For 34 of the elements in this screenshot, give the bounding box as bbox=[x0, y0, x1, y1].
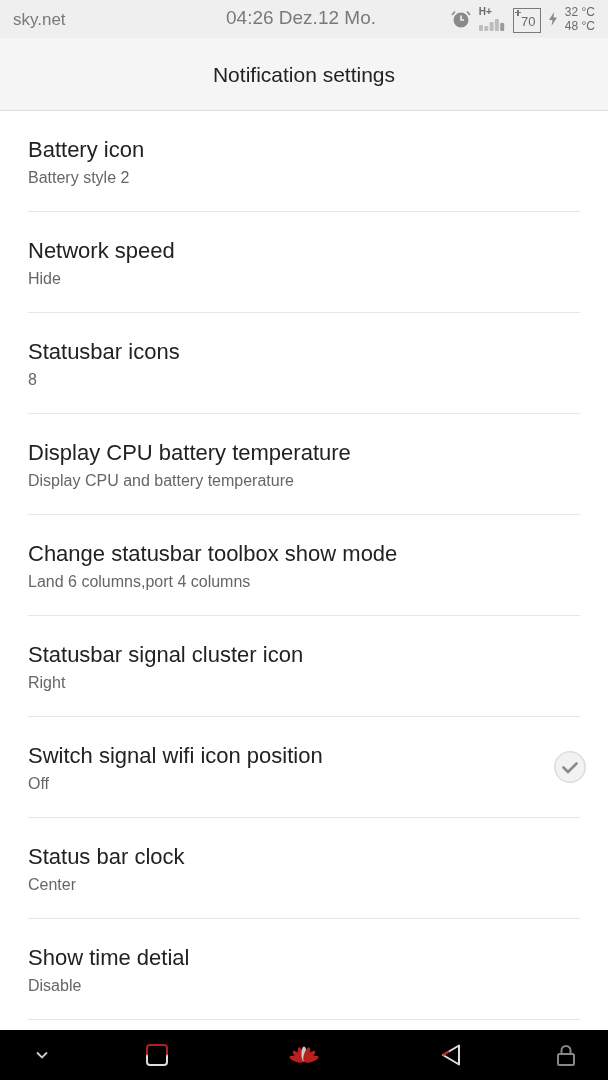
charging-bolt-icon bbox=[548, 12, 557, 26]
chevron-down-icon[interactable] bbox=[36, 1051, 48, 1059]
alarm-clock-icon bbox=[450, 10, 471, 28]
setting-summary: Right bbox=[28, 672, 66, 693]
status-clock: 04:26 Dez.12 Mo. bbox=[226, 8, 376, 27]
flower-logo-icon[interactable] bbox=[289, 1045, 319, 1065]
setting-summary: Battery style 2 bbox=[28, 167, 130, 188]
lock-icon[interactable] bbox=[557, 1044, 575, 1066]
setting-summary: Off bbox=[28, 773, 50, 794]
setting-title[interactable]: Show time detial bbox=[28, 943, 190, 972]
setting-summary: Center bbox=[28, 874, 77, 895]
recent-apps-icon[interactable] bbox=[146, 1044, 168, 1066]
setting-summary: Display CPU and battery temperature bbox=[28, 470, 294, 491]
back-icon[interactable] bbox=[441, 1044, 461, 1066]
carrier-name: sky.net bbox=[13, 10, 66, 28]
setting-title[interactable]: Change statusbar toolbox show mode bbox=[28, 539, 398, 568]
setting-title[interactable]: Statusbar signal cluster icon bbox=[28, 640, 304, 669]
setting-title[interactable]: Display CPU battery temperature bbox=[28, 438, 351, 467]
battery-indicator: 70 bbox=[512, 7, 541, 33]
setting-title[interactable]: Battery icon bbox=[28, 135, 145, 164]
setting-title[interactable]: Switch signal wifi icon position bbox=[28, 741, 323, 770]
setting-title[interactable]: Statusbar icons bbox=[28, 337, 180, 366]
temperature-reading: 32 °C bbox=[564, 5, 595, 19]
setting-title[interactable]: Status bar clock bbox=[28, 842, 185, 871]
network-type-label: H+ bbox=[478, 7, 492, 17]
temperature-reading: 48 °C bbox=[564, 19, 595, 33]
setting-summary: Disable bbox=[28, 975, 82, 996]
signal-strength-icon bbox=[478, 18, 505, 31]
setting-summary: 8 bbox=[28, 369, 37, 390]
page-title: Notification settings bbox=[212, 63, 396, 85]
checkbox[interactable] bbox=[554, 751, 586, 783]
setting-summary: Hide bbox=[28, 268, 61, 289]
setting-summary: Land 6 columns,port 4 columns bbox=[28, 571, 251, 592]
setting-title[interactable]: Network speed bbox=[28, 236, 175, 265]
